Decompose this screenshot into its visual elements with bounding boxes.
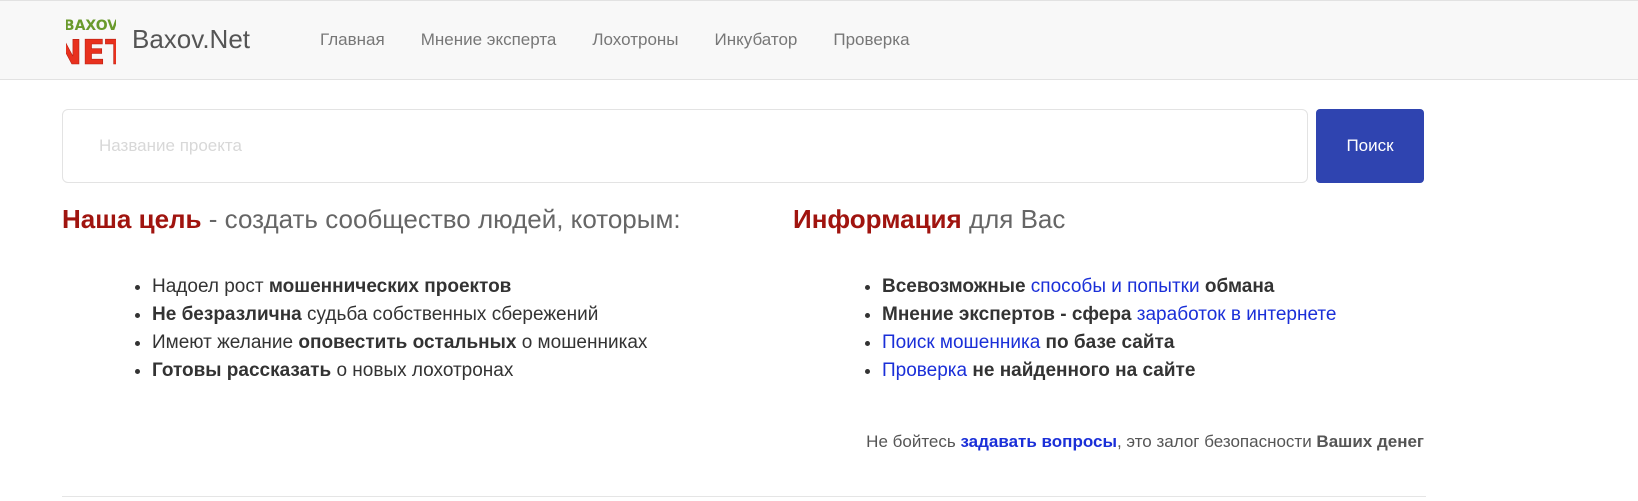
- navbar: BAXOV NET Baxov.Net Главная Мнение экспе…: [0, 0, 1638, 80]
- list-item: Всевозможные способы и попытки обмана: [882, 273, 1336, 301]
- list-item: Не безразлична судьба собственных сбереж…: [152, 301, 647, 329]
- scammer-search-link[interactable]: Поиск мошенника: [882, 332, 1040, 353]
- info-heading-accent: Информация: [793, 204, 962, 234]
- svg-text:NET: NET: [66, 33, 116, 68]
- brand-link[interactable]: Baxov.Net: [132, 23, 250, 55]
- goal-heading-rest: - создать сообщество людей, которым:: [201, 204, 681, 234]
- search-input[interactable]: [62, 109, 1308, 183]
- info-heading: Информация для Вас: [793, 204, 1065, 235]
- check-link[interactable]: Проверка: [882, 360, 967, 381]
- list-item: Имеют желание оповестить остальных о мош…: [152, 329, 647, 357]
- info-list: Всевозможные способы и попытки обмана Мн…: [858, 273, 1336, 385]
- nav-item-check[interactable]: Проверка: [815, 30, 927, 50]
- goal-heading-accent: Наша цель: [62, 204, 202, 234]
- goal-list: Надоел рост мошеннических проектов Не бе…: [128, 273, 647, 385]
- nav-item-scams[interactable]: Лохотроны: [574, 30, 696, 50]
- svg-text:BAXOV: BAXOV: [66, 18, 116, 34]
- list-item: Готовы рассказать о новых лохотронах: [152, 357, 647, 385]
- goal-heading: Наша цель - создать сообщество людей, ко…: [62, 204, 681, 235]
- list-item: Проверка не найденного на сайте: [882, 357, 1336, 385]
- nav-item-home[interactable]: Главная: [302, 30, 403, 50]
- ask-questions-notice: Не бойтесь задавать вопросы, это залог б…: [866, 432, 1424, 451]
- info-heading-rest: для Вас: [961, 204, 1066, 234]
- divider: [62, 496, 1426, 497]
- nav-item-expert-opinion[interactable]: Мнение эксперта: [403, 30, 575, 50]
- nav-item-incubator[interactable]: Инкубатор: [697, 30, 816, 50]
- list-item: Мнение экспертов - сфера заработок в инт…: [882, 301, 1336, 329]
- online-earning-link[interactable]: заработок в интернете: [1137, 304, 1337, 325]
- list-item: Поиск мошенника по базе сайта: [882, 329, 1336, 357]
- list-item: Надоел рост мошеннических проектов: [152, 273, 647, 301]
- ask-questions-link[interactable]: задавать вопросы: [960, 432, 1117, 451]
- search-bar: Поиск: [62, 109, 1426, 183]
- methods-link[interactable]: способы и попытки: [1031, 276, 1200, 297]
- main-nav: Главная Мнение эксперта Лохотроны Инкуба…: [302, 1, 928, 79]
- search-button[interactable]: Поиск: [1316, 109, 1424, 183]
- site-logo[interactable]: BAXOV NET: [66, 14, 116, 68]
